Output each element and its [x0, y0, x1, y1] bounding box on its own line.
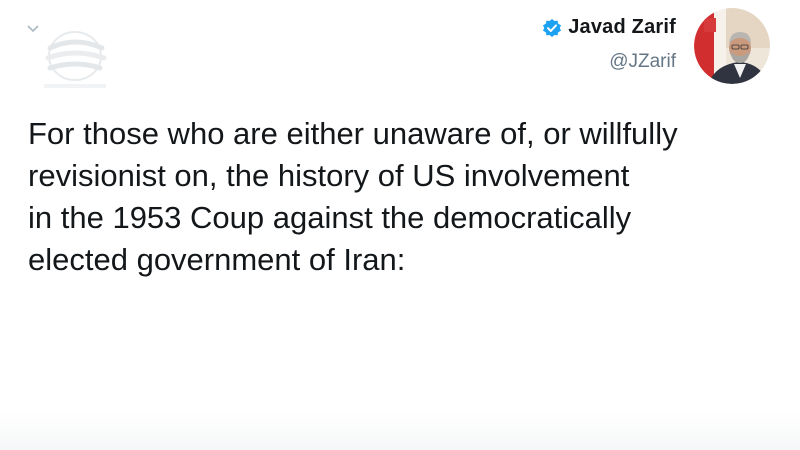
- tweet-text: For those who are either unaware of, or …: [28, 116, 678, 277]
- watermark-logo-icon: [44, 31, 107, 88]
- bottom-shade: [0, 410, 800, 450]
- author-info: Javad Zarif @JZarif: [542, 16, 676, 73]
- verified-badge-icon: [543, 18, 562, 37]
- tweet-header: Javad Zarif @JZarif: [542, 8, 770, 84]
- profile-avatar-icon: [694, 8, 770, 84]
- author-display-name: Javad Zarif: [568, 16, 676, 38]
- avatar[interactable]: [694, 8, 770, 84]
- tweet-card: Javad Zarif @JZarif For those who are ei…: [0, 0, 800, 450]
- author-handle: @JZarif: [609, 51, 676, 72]
- author-name-row[interactable]: Javad Zarif: [542, 16, 676, 39]
